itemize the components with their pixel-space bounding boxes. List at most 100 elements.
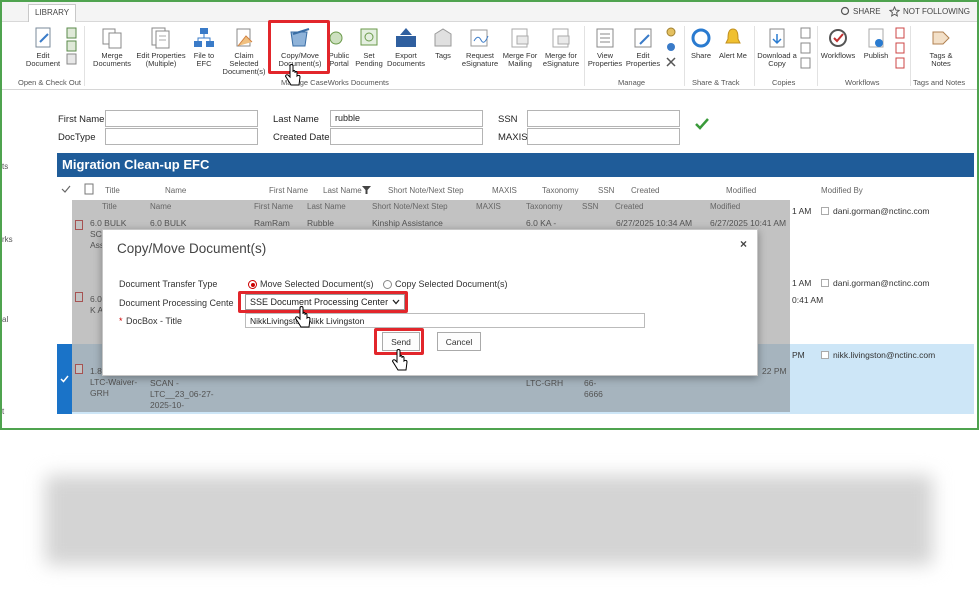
created-date-field[interactable] [330,128,483,145]
merge-documents-icon [102,28,122,49]
first-name-label: First Name [58,114,105,125]
doctype-field[interactable] [105,128,258,145]
set-pending-button[interactable]: Set Pending [354,26,384,68]
overlay-header-modified: Modified [710,202,741,211]
merge-for-esignature-button[interactable]: Merge for eSignature [540,26,582,68]
manage-permissions-icon[interactable] [664,26,678,70]
cancel-button[interactable]: Cancel [437,332,481,351]
overlay-header-short-note: Short Note/Next Step [372,202,448,211]
merge-documents-button[interactable]: Merge Documents [90,26,134,68]
share-button[interactable]: Share [688,26,714,60]
column-header-name[interactable]: Name [165,186,186,195]
leftnav-item[interactable]: ts [2,162,8,171]
follow-link[interactable]: NOT FOLLOWING [889,6,970,17]
tags-notes-icon [932,31,950,45]
document-type-icon [84,183,94,195]
leftnav-item[interactable]: t [2,407,4,416]
claim-selected-button[interactable]: Claim Selected Document(s) [220,26,268,76]
column-header-taxonomy[interactable]: Taxonomy [542,186,578,195]
merge-for-mailing-button[interactable]: Merge For Mailing [502,26,538,68]
row-1-modified-by[interactable]: dani.gorman@nctinc.com [833,206,930,216]
row-1-presence-checkbox[interactable] [821,207,829,215]
column-header-modified[interactable]: Modified [726,186,756,195]
ssn-label: SSN [498,114,518,125]
overlay-header-first-name: First Name [254,202,294,211]
required-asterisk: * [119,316,123,326]
edit-document-button[interactable]: Edit Document [24,26,62,68]
group-label-share-track: Share & Track [692,78,740,87]
view-properties-button[interactable]: View Properties [586,26,624,68]
workflows-button[interactable]: Workflows [820,26,856,60]
leftnav-item[interactable]: al [2,315,8,324]
close-icon[interactable]: × [740,237,747,251]
request-esignature-button[interactable]: Request eSignature [460,26,500,68]
edit-properties-multiple-button[interactable]: Edit Properties (Multiple) [135,26,187,68]
unpublish-icon[interactable] [894,26,906,70]
portal-icon [329,31,343,45]
maxis-field[interactable] [527,128,680,145]
edit-properties-button[interactable]: Edit Properties [624,26,662,68]
created-date-label: Created Date [273,132,330,143]
overlay-header-ssn: SSN [582,202,599,211]
separator [84,26,85,86]
maxis-label: MAXIS [498,132,528,143]
move-radio[interactable] [248,280,257,289]
row-2-modified: 0:41 AM [792,295,824,305]
publish-icon [868,28,884,48]
column-header-modified-by[interactable]: Modified By [821,186,863,195]
row-2-presence-checkbox[interactable] [821,279,829,287]
export-documents-button[interactable]: Export Documents [386,26,426,68]
overlay-header-maxis: MAXIS [476,202,501,211]
copy-option-label[interactable]: Copy Selected Document(s) [395,279,508,289]
checkmark-apply-icon[interactable] [694,117,710,131]
export-icon [396,28,416,47]
row-3-modified-by[interactable]: nikk.livingston@nctinc.com [833,350,935,360]
column-header-created[interactable]: Created [631,186,659,195]
separator [584,26,585,86]
column-header-last-name[interactable]: Last Name [323,186,362,195]
hand-cursor-icon [285,64,301,86]
transfer-type-label: Document Transfer Type [119,279,218,289]
separator [754,26,755,86]
dialog-title: Copy/Move Document(s) [117,241,267,256]
move-option-label[interactable]: Move Selected Document(s) [260,279,374,289]
tags-button[interactable]: Tags [430,26,456,60]
column-header-ssn[interactable]: SSN [598,186,614,195]
set-pending-icon [360,28,378,46]
download-copy-button[interactable]: Download a Copy [756,26,798,68]
ribbon-tab-bar: LIBRARY SHARE NOT FOLLOWING [2,2,977,22]
select-all-check-icon[interactable] [61,185,71,194]
share-link[interactable]: SHARE [840,6,881,16]
publish-button[interactable]: Publish [861,26,891,60]
last-name-field[interactable]: rubble [330,110,483,127]
column-header-short-note[interactable]: Short Note/Next Step [388,186,464,195]
column-header-first-name[interactable]: First Name [269,186,308,195]
tags-notes-button[interactable]: Tags & Notes [920,26,962,68]
first-name-field[interactable] [105,110,258,127]
download-icon [769,28,785,48]
leftnav-item[interactable]: rks [2,235,13,244]
row-1-modified: 1 AM [792,206,812,216]
group-label-workflows: Workflows [845,78,880,87]
copies-icon[interactable] [799,26,813,70]
edit-document-icon [35,27,51,48]
mail-merge-icon [511,28,529,48]
group-label-copies: Copies [772,78,796,87]
row-2-modified-by[interactable]: dani.gorman@nctinc.com [833,278,930,288]
column-header-maxis[interactable]: MAXIS [492,186,517,195]
row-selected-check-icon [60,375,69,383]
claim-document-icon [236,28,253,47]
ssn-field[interactable] [527,110,680,127]
alert-me-button[interactable]: Alert Me [719,26,747,60]
column-header-title[interactable]: Title [105,186,120,195]
tag-icon [434,28,452,47]
tab-library[interactable]: LIBRARY [28,4,77,22]
checkout-icon[interactable] [65,26,79,66]
row-3-modified: PM [792,350,805,360]
file-to-efc-button[interactable]: File to EFC [190,26,218,68]
filter-icon[interactable] [362,186,371,194]
manage-small-icons [664,26,678,75]
row-3-presence-checkbox[interactable] [821,351,829,359]
copy-radio[interactable] [383,280,392,289]
group-label-open-checkout: Open & Check Out [18,78,81,87]
